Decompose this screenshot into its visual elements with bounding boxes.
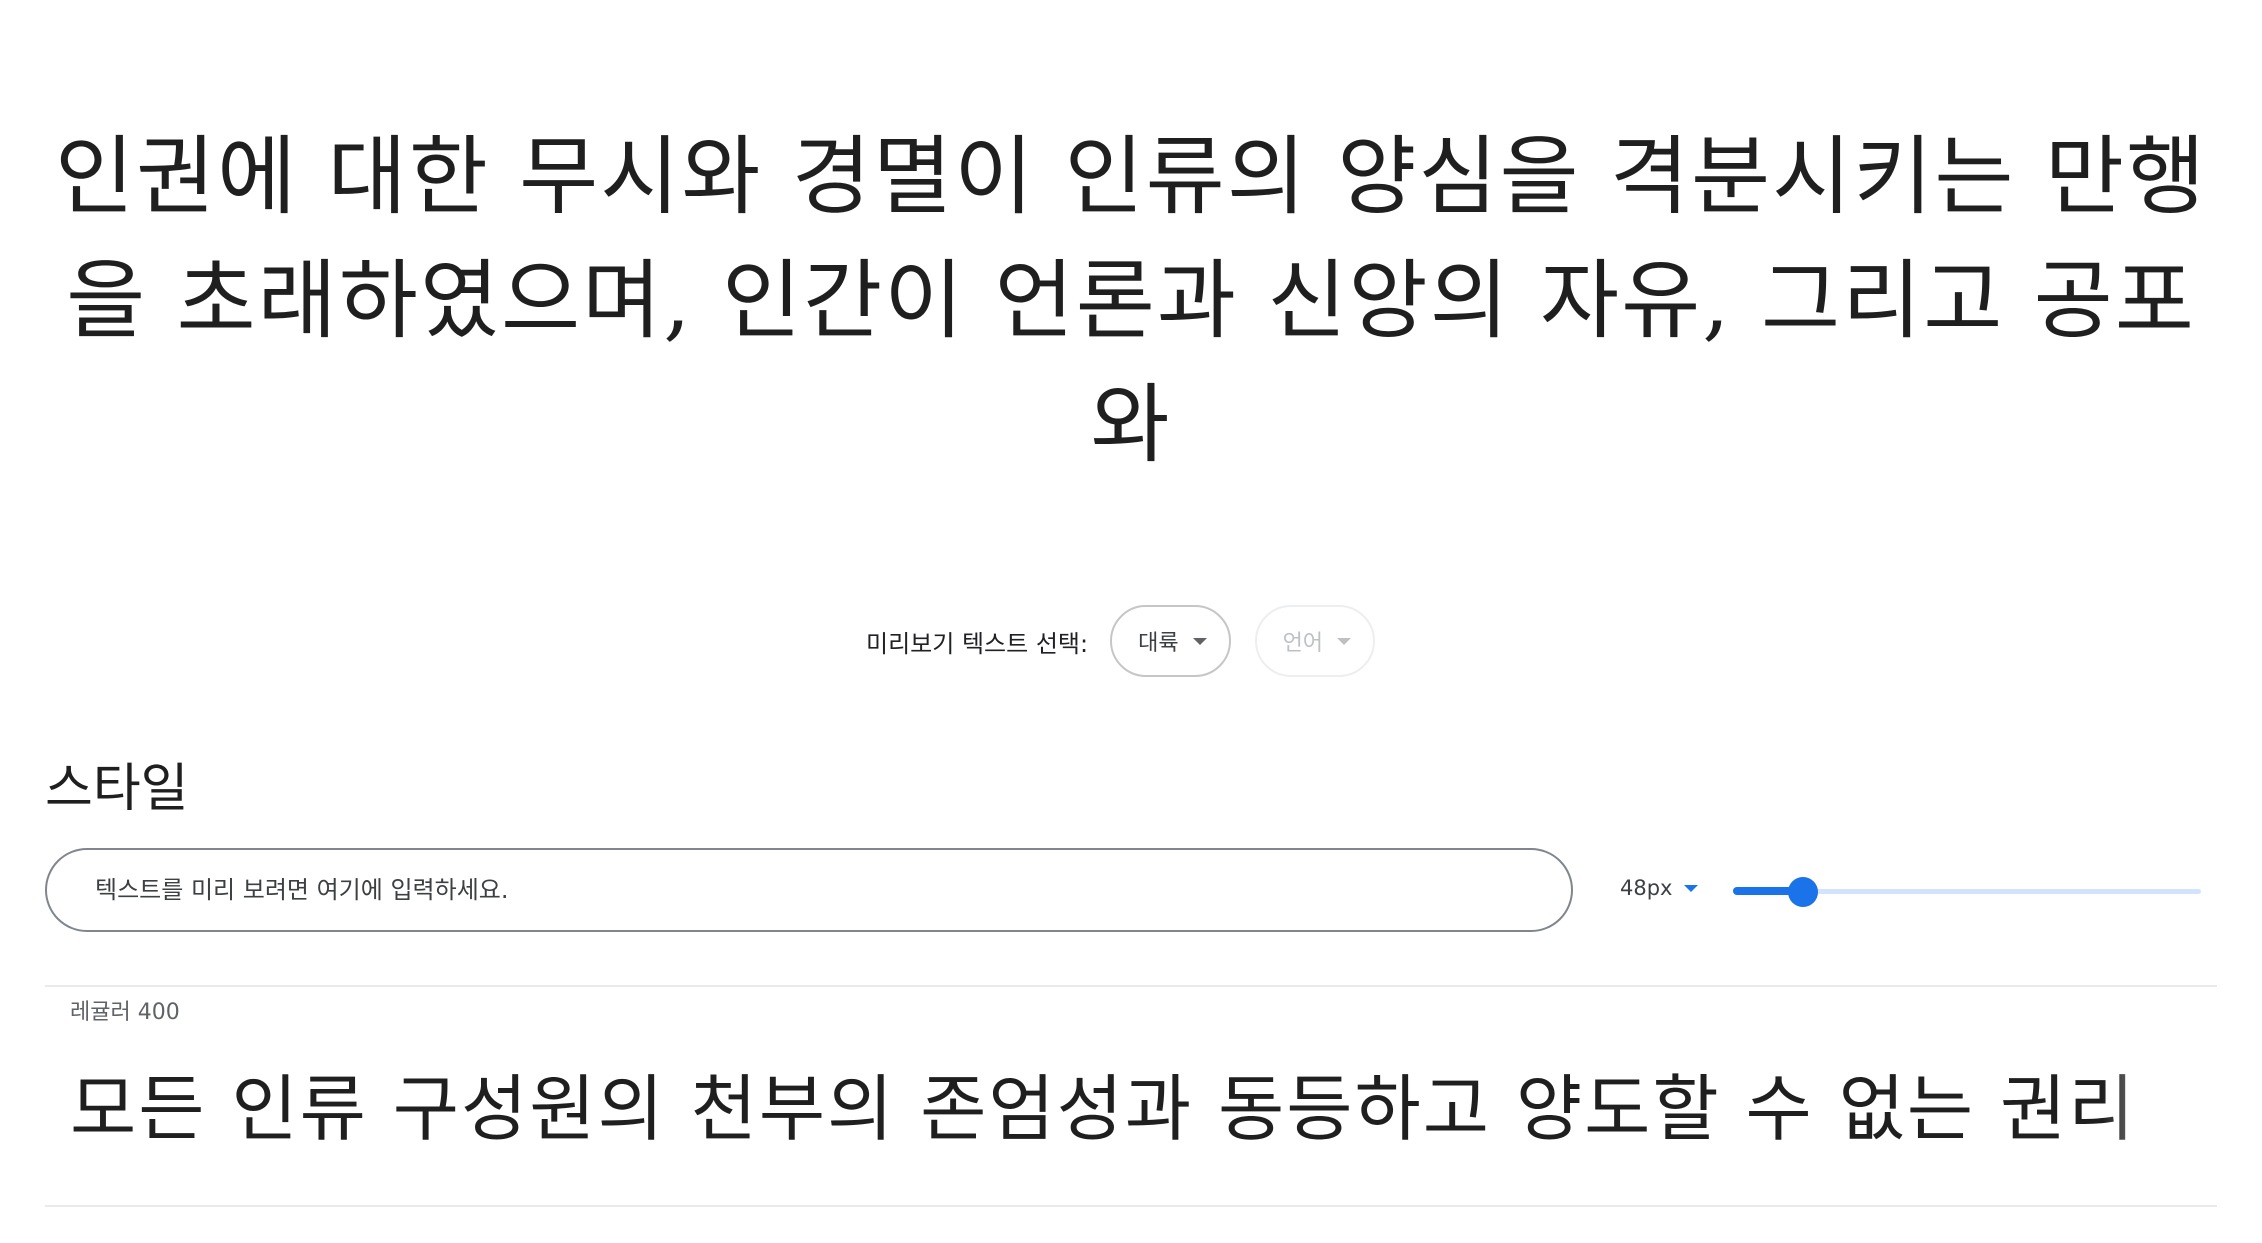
style-name: 레귤러 400: [70, 1000, 180, 1025]
preview-text-picker-label: 미리보기 텍스트 선택:: [866, 629, 1089, 658]
chevron-down-icon: [1337, 637, 1352, 645]
preview-hero-text: 인권에 대한 무시와 경멸이 인류의 양심을 격분시키는 만행을 초래하였으며,…: [54, 127, 2208, 475]
chevron-down-icon: [1684, 884, 1699, 892]
region-dropdown[interactable]: 대륙: [1110, 605, 1231, 677]
styles-section-title: 스타일: [45, 759, 189, 819]
language-dropdown: 언어: [1254, 605, 1376, 677]
chevron-down-icon: [1192, 637, 1207, 645]
sample-fade-overlay: [2102, 1040, 2222, 1180]
region-dropdown-label: 대륙: [1138, 631, 1179, 656]
font-size-slider[interactable]: [1733, 877, 2201, 907]
language-dropdown-label: 언어: [1282, 631, 1324, 656]
preview-text-picker: 미리보기 텍스트 선택: 대륙 언어: [866, 604, 1376, 678]
divider: [45, 985, 2217, 987]
preview-text-input[interactable]: [45, 848, 1573, 932]
font-size-value: 48px: [1620, 876, 1673, 900]
font-size-dropdown[interactable]: 48px: [1620, 876, 1699, 900]
slider-thumb[interactable]: [1788, 877, 1818, 907]
divider: [45, 1205, 2217, 1207]
style-sample-text: 모든 인류 구성원의 천부의 존엄성과 동등하고 양도할 수 없는 권리: [70, 1067, 2137, 1151]
